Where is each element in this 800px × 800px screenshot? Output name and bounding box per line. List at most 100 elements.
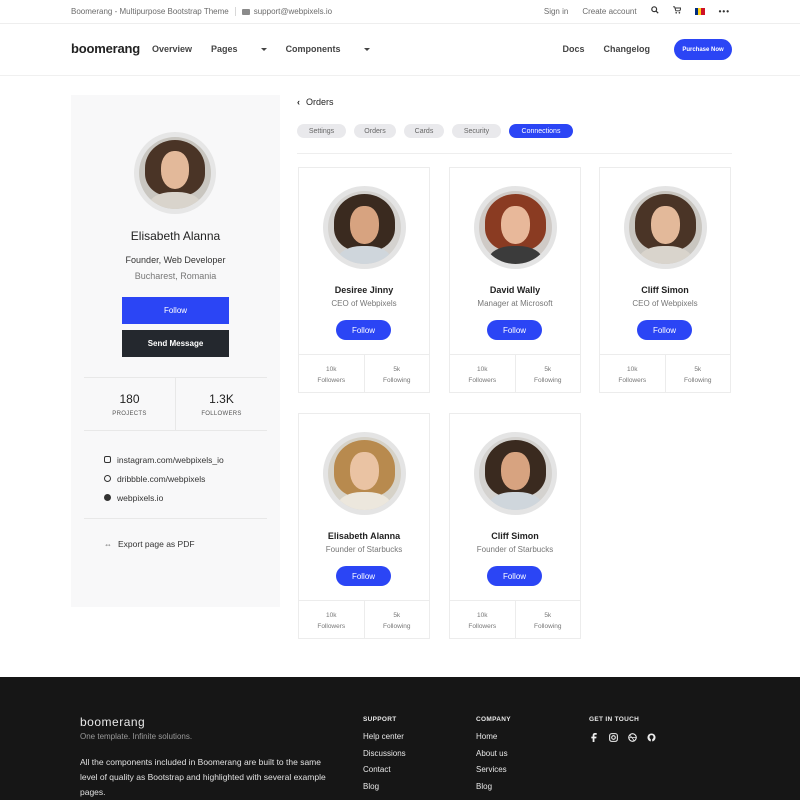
tab-security[interactable]: Security bbox=[452, 124, 501, 138]
card-name: Cliff Simon bbox=[641, 285, 689, 295]
topbar-brand: Boomerang - Multipurpose Bootstrap Theme bbox=[71, 7, 229, 16]
instagram-icon bbox=[104, 456, 111, 463]
footer-link[interactable]: Home bbox=[476, 732, 511, 749]
footer-link[interactable]: About us bbox=[476, 749, 511, 766]
tab-connections[interactable]: Connections bbox=[509, 124, 573, 138]
tab-cards[interactable]: Cards bbox=[404, 124, 444, 138]
divider bbox=[84, 518, 267, 519]
export-pdf-link[interactable]: ⇔ Export page as PDF bbox=[104, 539, 195, 549]
stat-value: 5k bbox=[544, 366, 552, 373]
footer-support: SUPPORT Help center Discussions Contact … bbox=[363, 716, 406, 798]
divider bbox=[297, 153, 732, 154]
stat-value: 5k bbox=[694, 366, 702, 373]
nav-components-label: Components bbox=[285, 44, 341, 54]
stat-value: 5k bbox=[393, 366, 401, 373]
nav-pages[interactable]: Pages bbox=[211, 44, 267, 54]
link-dribbble[interactable]: dribbble.com/webpixels bbox=[104, 469, 224, 488]
stat-projects: 180 PROJECTS bbox=[84, 378, 175, 430]
facebook-icon[interactable] bbox=[589, 732, 599, 742]
stat-label: Following bbox=[534, 377, 562, 384]
connection-card: David Wally Manager at Microsoft Follow … bbox=[449, 167, 581, 393]
link-label: dribbble.com/webpixels bbox=[117, 473, 206, 484]
stat-value: 10k bbox=[477, 366, 488, 373]
follow-button[interactable]: Follow bbox=[487, 566, 542, 586]
logo[interactable]: boomerang bbox=[71, 41, 140, 56]
followers-stat: 10k Followers bbox=[450, 601, 515, 638]
link-icon: ⇔ bbox=[104, 539, 112, 549]
connection-card: Cliff Simon Founder of Starbucks Follow … bbox=[449, 413, 581, 639]
main-navbar: boomerang Overview Pages Components Docs… bbox=[0, 25, 800, 76]
profile-name: Elisabeth Alanna bbox=[130, 229, 221, 243]
footer-link[interactable]: Discussions bbox=[363, 749, 406, 766]
follow-button[interactable]: Follow bbox=[487, 320, 542, 340]
back-link[interactable]: ‹ Orders bbox=[297, 97, 334, 107]
card-name: David Wally bbox=[489, 285, 541, 295]
footer-contact: GET IN TOUCH bbox=[589, 716, 665, 742]
footer-link[interactable]: Services bbox=[476, 765, 511, 782]
stat-label: Following bbox=[383, 623, 411, 630]
nav-overview[interactable]: Overview bbox=[152, 44, 192, 54]
avatar bbox=[323, 432, 406, 515]
export-label: Export page as PDF bbox=[118, 539, 195, 549]
follow-button[interactable]: Follow bbox=[336, 566, 391, 586]
footer-link[interactable]: Contact bbox=[363, 765, 406, 782]
nav-changelog[interactable]: Changelog bbox=[604, 44, 651, 54]
footer-logo[interactable]: boomerang bbox=[80, 715, 145, 729]
footer-link[interactable]: Blog bbox=[363, 782, 406, 799]
nav-docs[interactable]: Docs bbox=[562, 44, 584, 54]
followers-stat: 10k Followers bbox=[600, 355, 665, 392]
tab-settings[interactable]: Settings bbox=[297, 124, 346, 138]
footer: boomerang One template. Infinite solutio… bbox=[0, 677, 800, 800]
stat-label: Followers bbox=[317, 623, 346, 630]
tabs: Settings Orders Cards Security Connectio… bbox=[297, 124, 581, 138]
nav-components[interactable]: Components bbox=[286, 44, 370, 54]
github-icon[interactable] bbox=[646, 732, 656, 742]
avatar bbox=[323, 186, 406, 269]
link-website[interactable]: webpixels.io bbox=[104, 488, 224, 507]
footer-tagline: One template. Infinite solutions. bbox=[80, 732, 193, 741]
card-role: Manager at Microsoft bbox=[477, 299, 553, 308]
followers-stat: 10k Followers bbox=[299, 601, 364, 638]
followers-stat: 10k Followers bbox=[450, 355, 515, 392]
more-icon[interactable]: ••• bbox=[719, 7, 730, 16]
chevron-down-icon bbox=[363, 48, 370, 52]
stat-value: 10k bbox=[477, 612, 488, 619]
purchase-button[interactable]: Purchase Now bbox=[674, 39, 732, 60]
stat-label: Followers bbox=[618, 377, 647, 384]
topbar-email[interactable]: support@webpixels.io bbox=[254, 7, 332, 16]
follow-button[interactable]: Follow bbox=[122, 297, 229, 324]
follow-button[interactable]: Follow bbox=[637, 320, 692, 340]
follow-button[interactable]: Follow bbox=[336, 320, 391, 340]
following-stat: 5k Following bbox=[514, 355, 581, 392]
signin-link[interactable]: Sign in bbox=[544, 7, 568, 16]
profile-links: instagram.com/webpixels_io dribbble.com/… bbox=[104, 450, 224, 507]
tab-orders[interactable]: Orders bbox=[354, 124, 396, 138]
stat-value: 5k bbox=[393, 612, 401, 619]
link-label: webpixels.io bbox=[117, 492, 164, 503]
instagram-icon[interactable] bbox=[608, 732, 618, 742]
profile-location: Bucharest, Romania bbox=[134, 271, 217, 281]
dribbble-icon[interactable] bbox=[627, 732, 637, 742]
send-message-button[interactable]: Send Message bbox=[122, 330, 229, 357]
card-role: CEO of Webpixels bbox=[632, 299, 698, 308]
footer-company: COMPANY Home About us Services Blog bbox=[476, 716, 511, 798]
connection-card: Elisabeth Alanna Founder of Starbucks Fo… bbox=[298, 413, 430, 639]
search-icon[interactable] bbox=[650, 6, 659, 16]
card-role: Founder of Starbucks bbox=[325, 545, 403, 554]
create-account-link[interactable]: Create account bbox=[582, 7, 636, 16]
stat-value: 10k bbox=[627, 366, 638, 373]
flag-icon[interactable] bbox=[694, 7, 705, 15]
avatar bbox=[134, 132, 216, 214]
cart-icon[interactable] bbox=[672, 6, 682, 16]
card-stats: 10k Followers 5k Following bbox=[450, 600, 580, 638]
footer-link[interactable]: Help center bbox=[363, 732, 406, 749]
avatar bbox=[624, 186, 707, 269]
profile-stats: 180 PROJECTS 1.3K FOLLOWERS bbox=[84, 377, 267, 431]
footer-link[interactable]: Blog bbox=[476, 782, 511, 799]
card-stats: 10k Followers 5k Following bbox=[299, 354, 429, 392]
chevron-left-icon: ‹ bbox=[297, 97, 300, 107]
stat-value: 5k bbox=[544, 612, 552, 619]
stat-label: Followers bbox=[468, 623, 497, 630]
card-stats: 10k Followers 5k Following bbox=[600, 354, 730, 392]
link-instagram[interactable]: instagram.com/webpixels_io bbox=[104, 450, 224, 469]
